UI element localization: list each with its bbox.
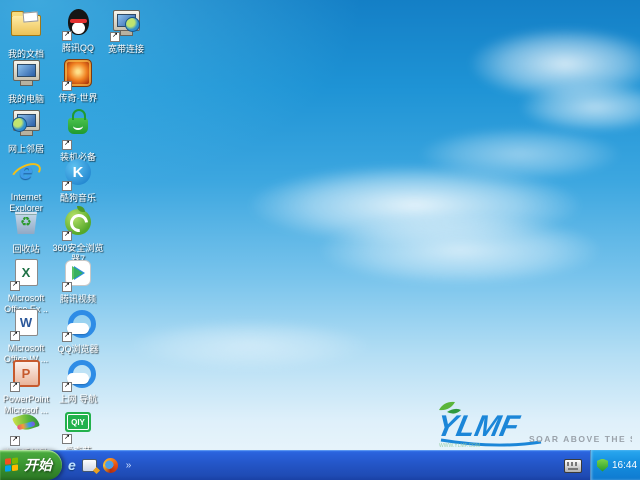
start-button[interactable]: 开始	[0, 450, 62, 480]
system-tray[interactable]: 16:44	[590, 450, 640, 480]
excel-letter: X	[22, 265, 31, 280]
desktop-icon-qq-browser[interactable]: QQ浏览器	[52, 306, 104, 355]
quick-launch-bar: e »	[68, 450, 131, 480]
tray-clock[interactable]: 16:44	[612, 460, 637, 471]
shortcut-arrow-icon	[10, 331, 20, 341]
iqiyi-icon: QIY	[65, 412, 91, 432]
logo-tagline: SOAR ABOVE THE SKY	[529, 434, 632, 444]
shortcut-arrow-icon	[62, 81, 72, 91]
desktop-icon-my-documents[interactable]: 我的文档	[0, 6, 52, 60]
icon-label: 宽带连接	[100, 44, 152, 55]
icon-label: 上网 导航	[52, 394, 104, 405]
shortcut-arrow-icon	[62, 282, 72, 292]
shopping-bag-icon	[68, 118, 88, 134]
desktop-icon-recycle-bin[interactable]: ♻ 回收站	[0, 206, 52, 255]
logo-url: WWW.YLMF.COM	[439, 443, 480, 448]
icon-label: 我的电脑	[0, 94, 52, 105]
desktop-icon-tencent-qq[interactable]: 腾讯QQ	[52, 6, 104, 54]
shortcut-arrow-icon	[10, 436, 20, 446]
desktop-icon-legend-of-world[interactable]: 传奇·世界	[52, 56, 104, 104]
cloud	[320, 215, 600, 285]
ie-letter: e	[19, 158, 32, 185]
quicklaunch-browser-icon[interactable]	[103, 458, 118, 473]
word-letter: W	[20, 315, 32, 330]
shortcut-arrow-icon	[62, 332, 72, 342]
quicklaunch-overflow-chevron[interactable]: »	[126, 460, 132, 471]
desktop-icon-kugou-music[interactable]: K 酷狗音乐	[52, 156, 104, 204]
shortcut-arrow-icon	[62, 181, 72, 191]
recycle-bin-icon: ♻	[15, 210, 37, 234]
iqiyi-letters: QIY	[71, 418, 85, 427]
desktop-icon-broadband-connection[interactable]: 宽带连接	[100, 6, 152, 55]
shortcut-arrow-icon	[62, 31, 72, 41]
desktop-icon-network-places[interactable]: 网上邻居	[0, 106, 52, 155]
desktop-icon-tencent-video[interactable]: 腾讯视频	[52, 256, 104, 305]
android-assistant-icon	[12, 411, 40, 434]
cloud	[420, 128, 620, 180]
desktop-icon-my-computer[interactable]: 我的电脑	[0, 56, 52, 105]
network-icon	[13, 110, 40, 131]
icon-label: QQ浏览器	[52, 344, 104, 355]
globe-icon	[125, 17, 140, 32]
windows-flag-icon	[5, 457, 20, 473]
desktop-wallpaper[interactable]: 我的文档 我的电脑 网上邻居 e Internet Explorer ♻ 回收站…	[0, 0, 640, 480]
tray-security-icon[interactable]	[597, 459, 608, 472]
shortcut-arrow-icon	[62, 231, 72, 241]
taskbar: 开始 e » 16:44	[0, 450, 640, 480]
icon-label: 回收站	[0, 244, 52, 255]
shortcut-arrow-icon	[10, 382, 20, 392]
icon-label: 网上邻居	[0, 144, 52, 155]
computer-icon	[13, 60, 40, 81]
language-keyboard-icon[interactable]	[564, 459, 582, 473]
cloud	[130, 320, 370, 370]
icon-label: 酷狗音乐	[52, 193, 104, 204]
show-desktop-icon[interactable]	[82, 459, 97, 472]
desktop-icon-essential-software[interactable]: 装机必备	[52, 106, 104, 163]
icon-label: 传奇·世界	[52, 93, 104, 104]
desktop-icon-web-navigation[interactable]: 上网 导航	[52, 356, 104, 405]
shortcut-arrow-icon	[62, 434, 72, 444]
cloud	[520, 82, 640, 132]
logo-brand-text: YLMF	[433, 410, 523, 443]
powerpoint-letter: P	[22, 366, 31, 381]
internet-explorer-icon: e	[11, 158, 41, 186]
recycle-symbol: ♻	[20, 214, 32, 230]
folder-icon	[11, 15, 41, 36]
kugou-letter: K	[73, 164, 84, 181]
quicklaunch-ie-icon[interactable]: e	[68, 457, 76, 473]
broadband-icon	[113, 10, 140, 31]
shortcut-arrow-icon	[62, 140, 72, 150]
shortcut-arrow-icon	[10, 281, 20, 291]
logo-leaf-icon	[439, 402, 455, 410]
ylmf-logo: YLMF SOAR ABOVE THE SKY WWW.YLMF.COM	[417, 398, 632, 448]
shortcut-arrow-icon	[62, 382, 72, 392]
icon-label: 腾讯QQ	[52, 43, 104, 54]
start-button-label: 开始	[24, 455, 52, 475]
icon-label: 腾讯视频	[52, 294, 104, 305]
globe-icon	[12, 117, 27, 132]
shortcut-arrow-icon	[110, 32, 120, 42]
